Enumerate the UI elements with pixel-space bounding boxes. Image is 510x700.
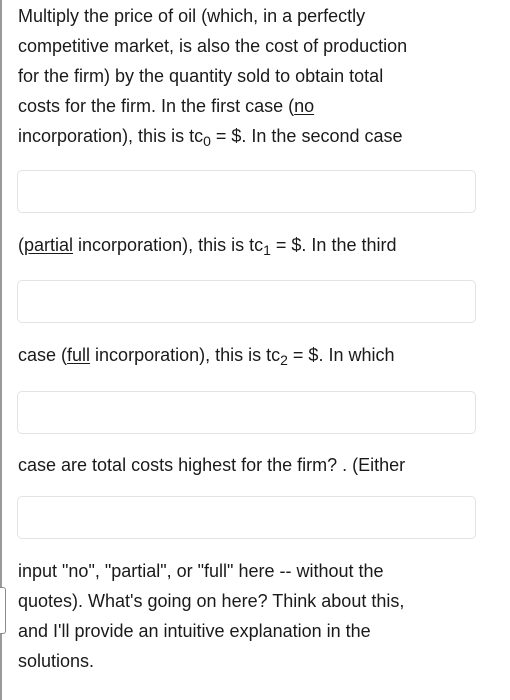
text-line: Multiply the price of oil (which, in a p…	[18, 6, 366, 26]
tc1-subscript: 1	[263, 242, 271, 258]
tc0-line: incorporation), this is tc0 = $. In the …	[18, 121, 498, 151]
text-segment: incorporation), this is tc	[73, 235, 264, 255]
left-edge-tab	[0, 587, 6, 634]
text-segment: = $. In which	[287, 345, 395, 365]
text-segment: = $. In the second case	[210, 126, 403, 146]
text-line: case are total costs highest for the fir…	[18, 455, 406, 475]
tc1-line: (partial incorporation), this is tc1 = $…	[18, 230, 498, 260]
tc2-input[interactable]	[17, 391, 476, 434]
tc0-subscript: 0	[203, 133, 211, 149]
text-line: competitive market, is also the cost of …	[18, 36, 408, 56]
tc2-subscript: 2	[280, 352, 288, 368]
no-incorporation-term: no	[294, 96, 315, 116]
text-segment: incorporation), this is tc	[90, 345, 281, 365]
text-line: quotes). What's going on here? Think abo…	[18, 591, 405, 611]
tc1-input[interactable]	[17, 280, 476, 323]
tc2-paragraph: case (full incorporation), this is tc2 =…	[18, 340, 498, 370]
text-line: and I'll provide an intuitive explanatio…	[18, 621, 371, 641]
text-line: solutions.	[18, 651, 95, 671]
text-line: costs for the firm. In the first case (n…	[18, 91, 498, 121]
text-segment: case (	[18, 345, 68, 365]
tc2-line: case (full incorporation), this is tc2 =…	[18, 340, 498, 370]
text-line: for the firm) by the quantity sold to ob…	[18, 66, 384, 86]
text-segment: costs for the firm. In the first case (	[18, 96, 295, 116]
highest-cost-paragraph: case are total costs highest for the fir…	[18, 450, 498, 480]
text-segment: = $. In the third	[270, 235, 397, 255]
highest-case-input[interactable]	[17, 496, 476, 539]
tc1-paragraph: (partial incorporation), this is tc1 = $…	[18, 230, 498, 260]
full-incorporation-term: full	[67, 345, 91, 365]
tc0-input[interactable]	[17, 170, 476, 213]
text-line: input "no", "partial", or "full" here --…	[18, 561, 384, 581]
closing-paragraph: input "no", "partial", or "full" here --…	[18, 556, 498, 676]
partial-incorporation-term: partial	[24, 235, 74, 255]
text-segment: incorporation), this is tc	[18, 126, 204, 146]
intro-paragraph: Multiply the price of oil (which, in a p…	[18, 1, 498, 151]
